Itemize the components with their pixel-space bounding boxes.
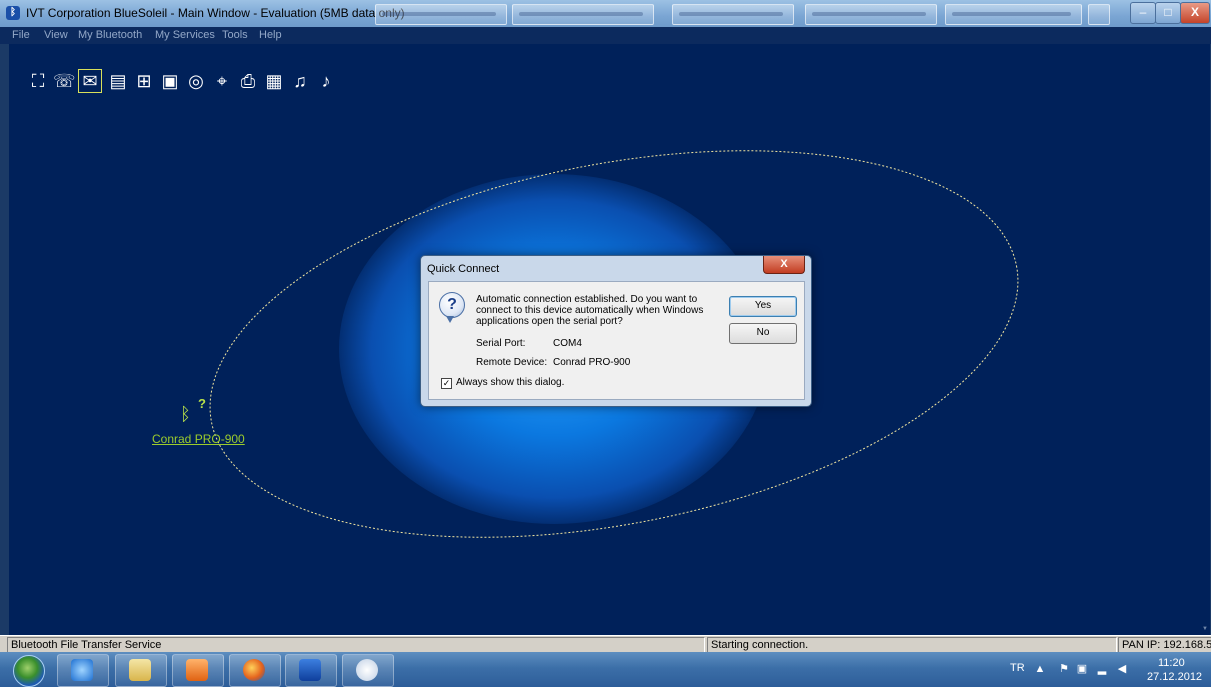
menu-view[interactable]: View xyxy=(44,29,68,41)
show-hidden-icons-icon[interactable]: ▲ xyxy=(1034,663,1046,675)
network-signal-icon[interactable]: ▂ xyxy=(1096,663,1108,675)
lan-icon[interactable]: ⊞ xyxy=(133,70,155,92)
menu-tools[interactable]: Tools xyxy=(222,29,248,41)
bluesoleil-icon: ᛒ xyxy=(6,6,20,20)
remote-device-value: Conrad PRO-900 xyxy=(553,357,631,368)
dialog-body: ? Automatic connection established. Do y… xyxy=(428,281,805,400)
taskbar-preview-tab[interactable] xyxy=(512,4,654,25)
taskbar-preview-tab[interactable] xyxy=(1088,4,1110,25)
audio-icon[interactable]: ♪ xyxy=(315,70,337,92)
dialog-close-button[interactable]: X xyxy=(763,256,805,274)
menu-file[interactable]: File xyxy=(12,29,30,41)
window-title: IVT Corporation BlueSoleil - Main Window… xyxy=(26,6,405,20)
taskbar-media-player[interactable] xyxy=(172,654,224,687)
status-ip: PAN IP: 192.168.50.1 xyxy=(1118,637,1211,653)
status-bar: Bluetooth File Transfer Service Starting… xyxy=(0,635,1211,653)
quick-connect-dialog: Quick Connect X ? Automatic connection e… xyxy=(420,255,812,407)
status-service: Bluetooth File Transfer Service xyxy=(7,637,705,653)
menu-my-bluetooth[interactable]: My Bluetooth xyxy=(78,29,142,41)
fax-icon[interactable]: ▣ xyxy=(159,70,181,92)
headset-icon[interactable]: ♫ xyxy=(289,70,311,92)
bluetooth-device-icon[interactable]: ᛒ xyxy=(180,404,198,424)
remote-device[interactable]: ᛒ ? Conrad PRO-900 xyxy=(152,396,252,454)
menu-my-services[interactable]: My Services xyxy=(155,29,215,41)
taskbar-firefox[interactable] xyxy=(229,654,281,687)
taskbar-bluesoleil[interactable] xyxy=(285,654,337,687)
serial-port-label: Serial Port: xyxy=(476,338,526,349)
mouse-icon[interactable]: ⌖ xyxy=(211,70,233,92)
scroll-down-icon[interactable]: ▼ xyxy=(1202,626,1208,632)
minimize-button[interactable]: – xyxy=(1130,2,1156,24)
no-button[interactable]: No xyxy=(729,323,797,344)
status-message: Starting connection. xyxy=(707,637,1117,653)
camera-icon[interactable]: ◎ xyxy=(185,70,207,92)
internet-explorer-icon xyxy=(71,659,93,681)
clock-time[interactable]: 11:20 xyxy=(1158,657,1185,669)
device-label[interactable]: Conrad PRO-900 xyxy=(152,432,245,446)
printer-icon[interactable]: ⎙ xyxy=(237,70,259,92)
question-icon: ? xyxy=(439,292,465,323)
menu-bar: File View My Bluetooth My Services Tools… xyxy=(0,27,1211,44)
clock-date[interactable]: 27.12.2012 xyxy=(1147,671,1202,683)
pim-icon[interactable]: ▤ xyxy=(107,70,129,92)
taskbar-preview-tab[interactable] xyxy=(805,4,937,25)
menu-help[interactable]: Help xyxy=(259,29,282,41)
taskbar-explorer[interactable] xyxy=(115,654,167,687)
dialog-title: Quick Connect xyxy=(427,263,500,275)
taskbar-ie[interactable] xyxy=(57,654,109,687)
volume-icon[interactable]: ◀ xyxy=(1116,663,1128,675)
firefox-icon xyxy=(243,659,265,681)
windows-taskbar: TR ▲ ⚑ ▣ ▂ ◀ 11:20 27.12.2012 xyxy=(0,652,1211,687)
folder-icon xyxy=(129,659,151,681)
always-show-label[interactable]: Always show this dialog. xyxy=(456,377,564,388)
title-bar: ᛒ IVT Corporation BlueSoleil - Main Wind… xyxy=(0,0,1211,27)
file-transfer-icon[interactable]: ✉ xyxy=(78,69,102,93)
always-show-checkbox[interactable]: ✓ xyxy=(441,378,452,389)
action-center-flag-icon[interactable]: ⚑ xyxy=(1058,663,1070,675)
unknown-device-badge: ? xyxy=(198,396,206,411)
bluetooth-icon xyxy=(299,659,321,681)
taskbar-preview-tab[interactable] xyxy=(945,4,1082,25)
keyboard-icon[interactable]: ▦ xyxy=(263,70,285,92)
maximize-button[interactable]: □ xyxy=(1155,2,1181,24)
remote-device-label: Remote Device: xyxy=(476,357,548,368)
media-player-icon xyxy=(186,659,208,681)
taskbar-paint[interactable] xyxy=(342,654,394,687)
yes-button[interactable]: Yes xyxy=(729,296,797,317)
taskbar-preview-tab[interactable] xyxy=(672,4,794,25)
tray-app-icon[interactable]: ▣ xyxy=(1076,663,1088,675)
taskbar-preview-tab[interactable] xyxy=(375,4,507,25)
serial-port-value: COM4 xyxy=(553,338,582,349)
dialog-message: Automatic connection established. Do you… xyxy=(476,294,704,327)
pan-icon[interactable]: ☏ xyxy=(53,70,76,92)
network-icon[interactable]: ⛶ xyxy=(27,70,49,92)
paint-icon xyxy=(356,659,378,681)
close-button[interactable]: X xyxy=(1180,2,1210,24)
language-indicator[interactable]: TR xyxy=(1010,662,1025,674)
start-button[interactable] xyxy=(13,655,45,687)
